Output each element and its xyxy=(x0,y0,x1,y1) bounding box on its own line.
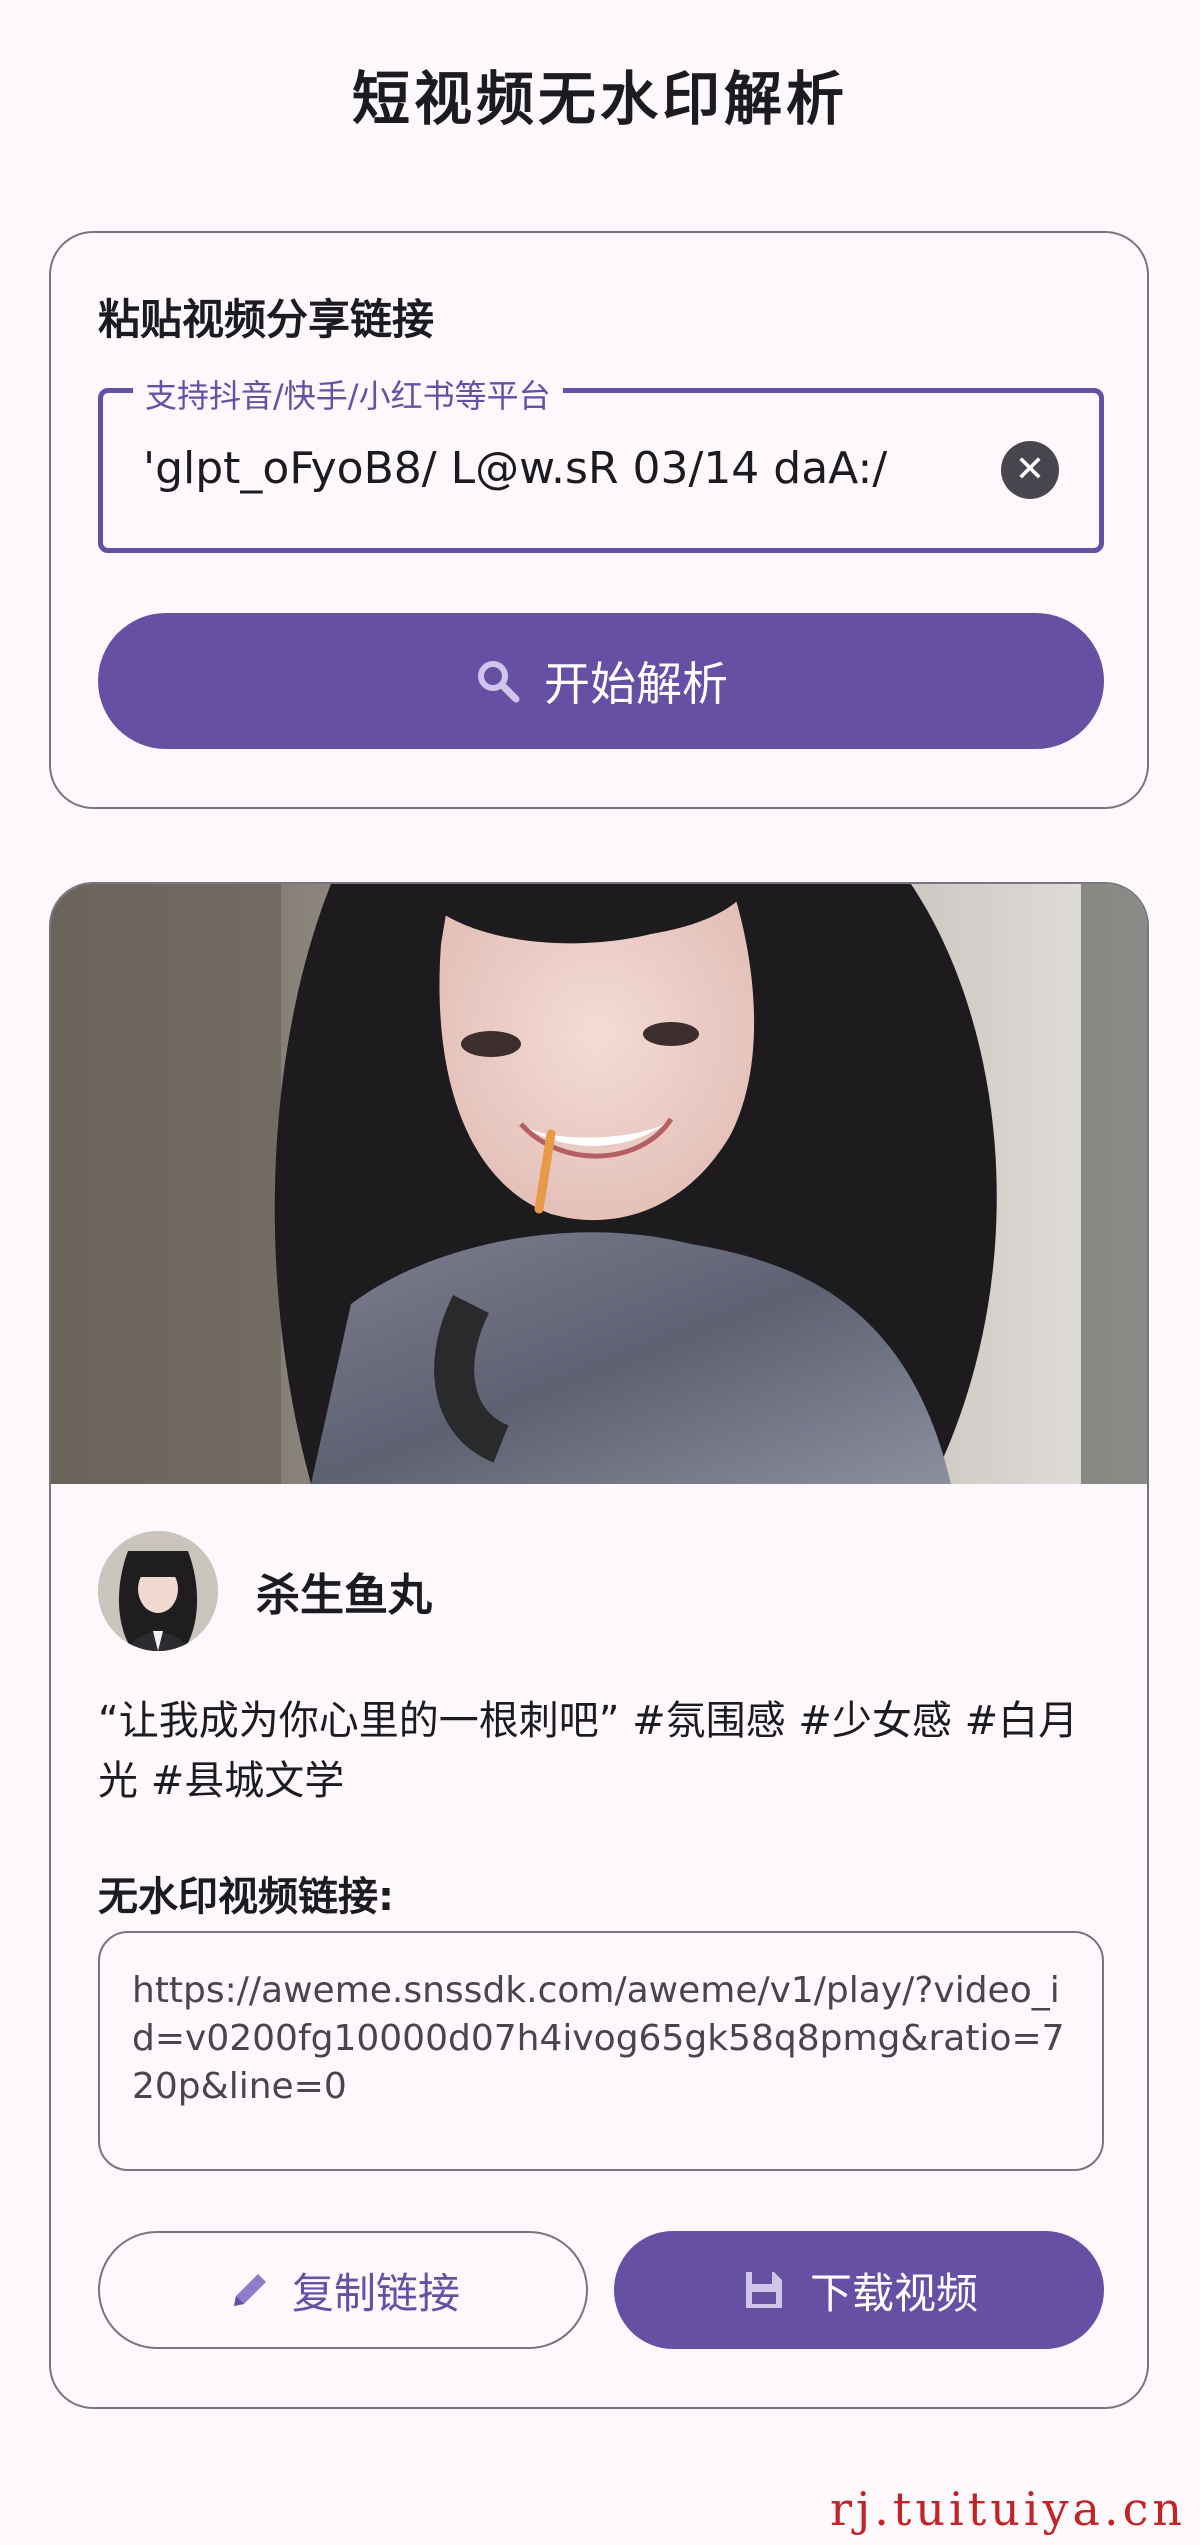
link-heading: 无水印视频链接: xyxy=(98,1874,394,1920)
download-video-label: 下载视频 xyxy=(809,2268,978,2318)
link-input-field[interactable]: 支持抖音/快手/小红书等平台 'glpt_oFyoB8/ L@w.sR 03/1… xyxy=(98,371,1104,553)
parse-button[interactable]: 开始解析 xyxy=(98,613,1104,749)
parse-button-label: 开始解析 xyxy=(544,657,728,711)
author-name: 杀生鱼丸 xyxy=(256,1570,432,1621)
watermark-text: rj.tuituiya.cn xyxy=(830,2482,1186,2536)
input-card-label: 粘贴视频分享链接 xyxy=(98,295,435,344)
page-title: 短视频无水印解析 xyxy=(351,65,848,133)
download-video-button[interactable]: 下载视频 xyxy=(614,2231,1104,2349)
link-input-label: 支持抖音/快手/小红书等平台 xyxy=(133,371,563,417)
link-input-value[interactable]: 'glpt_oFyoB8/ L@w.sR 03/14 daA:/ xyxy=(143,443,973,494)
save-icon xyxy=(745,2272,782,2308)
video-thumbnail[interactable] xyxy=(51,884,1147,1484)
close-icon[interactable]: ✕ xyxy=(1001,441,1059,499)
pencil-icon xyxy=(233,2274,266,2306)
author-row: 杀生鱼丸 xyxy=(98,1531,432,1651)
copy-link-button[interactable]: 复制链接 xyxy=(98,2231,588,2349)
result-card: 杀生鱼丸 “让我成为你心里的一根刺吧” #氛围感 #少女感 #白月光 #县城文学… xyxy=(49,882,1149,2409)
copy-link-label: 复制链接 xyxy=(291,2268,460,2318)
search-icon xyxy=(478,661,520,703)
avatar[interactable] xyxy=(98,1531,218,1651)
video-description: “让我成为你心里的一根刺吧” #氛围感 #少女感 #白月光 #县城文学 xyxy=(98,1698,1079,1804)
input-card: 粘贴视频分享链接 支持抖音/快手/小红书等平台 'glpt_oFyoB8/ L@… xyxy=(49,231,1149,809)
no-watermark-link[interactable]: https://aweme.snssdk.com/aweme/v1/play/?… xyxy=(98,1931,1104,2171)
